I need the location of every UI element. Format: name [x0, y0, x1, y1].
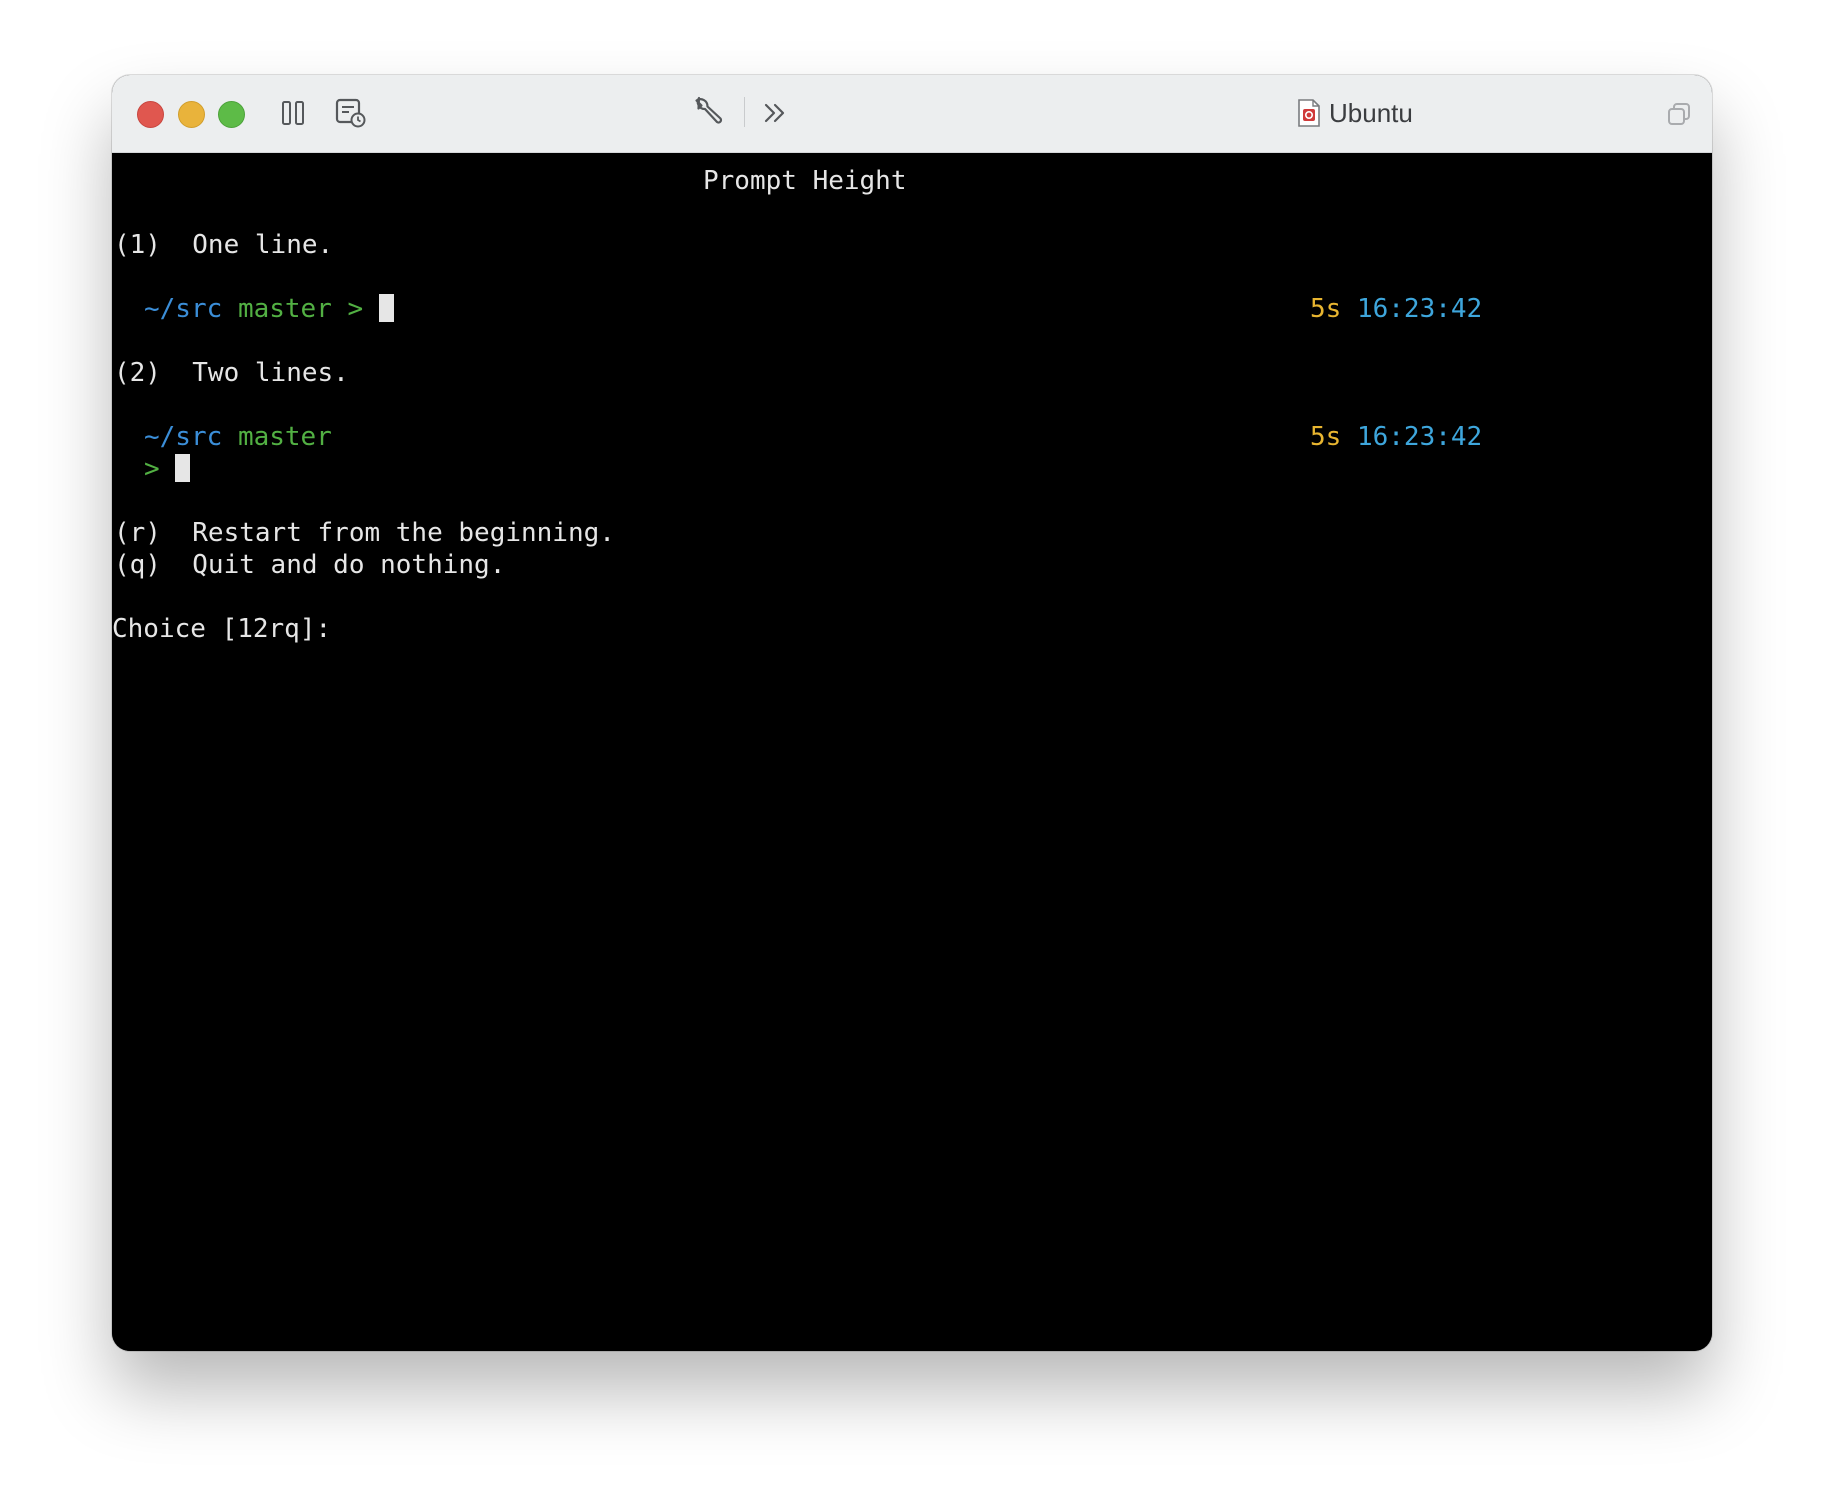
- option-2-right-prompt: 5s 16:23:42: [1310, 421, 1482, 453]
- prompt-time: 16:23:42: [1356, 294, 1483, 324]
- vm-window: Ubuntu Prompt Height (1) One line. ~/src…: [112, 75, 1712, 1351]
- prompt-branch: master: [237, 422, 332, 452]
- option-2-prompt-line-2: >: [144, 453, 191, 485]
- option-q: (q) Quit and do nothing.: [114, 549, 505, 581]
- option-2-key: (2): [114, 358, 161, 388]
- cursor: [378, 294, 394, 322]
- option-r: (r) Restart from the beginning.: [114, 517, 615, 549]
- minimize-button[interactable]: [178, 101, 205, 128]
- option-1: (1) One line.: [114, 229, 333, 261]
- title-bar: Ubuntu: [112, 75, 1712, 153]
- prompt-duration: 5s: [1310, 422, 1342, 452]
- cursor: [175, 454, 191, 482]
- option-1-prompt-preview: ~/src master >: [144, 293, 394, 325]
- vm-title: Ubuntu: [1297, 95, 1413, 131]
- prompt-time: 16:23:42: [1356, 422, 1483, 452]
- vm-document-icon: [1297, 98, 1321, 128]
- chevron-double-right-icon[interactable]: [760, 99, 790, 127]
- option-q-key: (q): [114, 550, 161, 580]
- option-2: (2) Two lines.: [114, 357, 349, 389]
- prompt-symbol: >: [347, 294, 364, 324]
- wrench-icon[interactable]: [690, 93, 724, 129]
- snapshot-icon[interactable]: [334, 96, 368, 130]
- option-1-label: One line.: [192, 230, 334, 260]
- terminal[interactable]: Prompt Height (1) One line. ~/src master…: [112, 153, 1712, 1351]
- option-2-label: Two lines.: [192, 358, 349, 388]
- prompt-branch: master: [237, 294, 332, 324]
- choice-prompt[interactable]: Choice [12rq]:: [112, 613, 331, 645]
- terminal-header: Prompt Height: [703, 166, 907, 196]
- pause-icon[interactable]: [278, 97, 308, 129]
- prompt-dir: ~/src: [144, 422, 223, 452]
- option-q-label: Quit and do nothing.: [192, 550, 506, 580]
- prompt-symbol: >: [144, 454, 160, 484]
- window-title: Ubuntu: [1329, 97, 1413, 128]
- prompt-dir: ~/src: [144, 294, 223, 324]
- option-2-prompt-line-1: ~/src master: [144, 421, 332, 453]
- toolbar-separator: [744, 97, 745, 127]
- prompt-duration: 5s: [1310, 294, 1342, 324]
- maximize-button[interactable]: [218, 101, 245, 128]
- option-r-key: (r): [114, 518, 161, 548]
- window-restore-icon[interactable]: [1664, 99, 1694, 129]
- close-button[interactable]: [137, 101, 164, 128]
- option-r-label: Restart from the beginning.: [192, 518, 615, 548]
- option-1-key: (1): [114, 230, 161, 260]
- option-1-right-prompt: 5s 16:23:42: [1310, 293, 1482, 325]
